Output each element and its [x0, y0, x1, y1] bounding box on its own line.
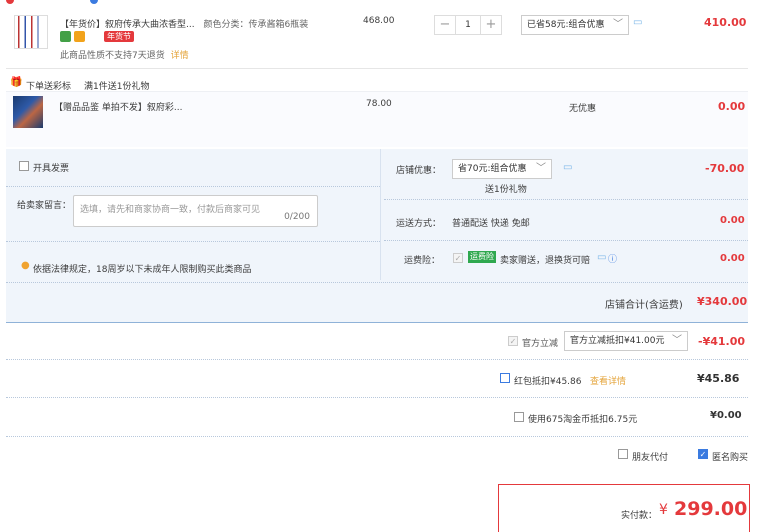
badge-icon [90, 0, 98, 4]
divider [6, 68, 748, 69]
divider [6, 186, 380, 187]
friend-pay-checkbox[interactable] [618, 449, 628, 459]
decrease-button[interactable]: − [435, 16, 455, 34]
chat-icon[interactable]: ▭ [563, 162, 572, 173]
shop-discount-gift: 送1份礼物 [485, 185, 527, 195]
quantity-input[interactable]: 1 [455, 16, 481, 34]
divider [6, 436, 748, 437]
help-icon[interactable]: ⓘ [608, 252, 617, 265]
official-discount-select[interactable]: 官方立减抵扣¥41.00元 ﹀ [564, 331, 688, 351]
official-discount-label: 官方立减 [522, 339, 559, 349]
divider [6, 282, 748, 283]
payment-currency: ¥ [659, 502, 668, 518]
redpacket-label: 红包抵扣¥45.86 [514, 377, 582, 387]
chevron-down-icon: ﹀ [672, 335, 682, 346]
panel-bottom-line [6, 322, 748, 323]
service-icon [60, 31, 71, 42]
gift-subtotal: 0.00 [718, 100, 746, 113]
gift-title-link[interactable]: 【赠品品鉴 单拍不发】叙府彩... [54, 100, 182, 113]
shop-discount-value: -70.00 [705, 162, 745, 175]
chat-icon[interactable]: ▭ [633, 17, 642, 28]
invoice-checkbox[interactable] [19, 161, 29, 171]
chevron-down-icon: ﹀ [613, 19, 623, 30]
order-confirm-page: 【年货价】叙府传承大曲浓香型... 颜色分类：传承酱箱6瓶装 年货节 此商品性质… [0, 0, 758, 532]
payment-label: 实付款： [621, 511, 658, 521]
legal-notice: 依据法律规定，18周岁以下未成年人限制购买此类商品 [33, 265, 252, 275]
shop-discount-select[interactable]: 省70元:组合优惠 ﹀ [452, 159, 552, 179]
coins-checkbox[interactable] [514, 412, 524, 422]
divider [6, 359, 748, 360]
divider [6, 241, 380, 242]
official-discount-value: -¥41.00 [698, 335, 746, 348]
anonymous-checkbox[interactable]: ✓ [698, 449, 708, 459]
divider [384, 199, 748, 200]
location-icon: ● [21, 260, 30, 271]
card-icon [74, 31, 85, 42]
delivery-value: 0.00 [720, 215, 745, 226]
gift-discount: 无优惠 [569, 104, 597, 114]
anonymous-label: 匿名购买 [712, 453, 749, 463]
product-title-link[interactable]: 【年货价】叙府传承大曲浓香型... [60, 20, 195, 30]
redpacket-detail-link[interactable]: 查看详情 [590, 374, 626, 387]
coins-value: ¥0.00 [710, 410, 742, 421]
unit-price: 468.00 [363, 16, 395, 26]
return-notice: 此商品性质不支持7天退货 详情 [60, 51, 189, 61]
item-discount-select[interactable]: 已省58元:组合优惠 ﹀ [521, 15, 629, 35]
gift-icon: 🎁 [10, 77, 23, 88]
top-strip [0, 0, 120, 6]
gift-price: 78.00 [366, 99, 392, 109]
shop-discount-label: 店铺优惠： [396, 166, 442, 176]
invoice-label: 开具发票 [33, 164, 70, 174]
payment-total: 299.00 [674, 498, 748, 520]
insurance-value: 0.00 [720, 253, 745, 264]
chevron-down-icon: ﹀ [536, 163, 546, 174]
message-char-count: 0/200 [284, 212, 310, 222]
gift-thumbnail[interactable] [13, 96, 43, 128]
insurance-checkbox: ✓ [453, 253, 463, 263]
insurance-badge: 运费险 [468, 251, 496, 263]
insurance-desc: 卖家赠送，退换货可赔 [500, 256, 591, 266]
quantity-stepper: − 1 + [434, 15, 502, 35]
festival-badge: 年货节 [104, 31, 134, 42]
chat-icon[interactable]: ▭ [597, 252, 606, 263]
redpacket-value: ¥45.86 [697, 372, 740, 385]
increase-button[interactable]: + [481, 16, 501, 34]
badge-icon [6, 0, 14, 4]
panel-divider [380, 149, 381, 280]
seller-message-input[interactable]: 选填，请先和商家协商一致，付款后商家可见 0/200 [73, 195, 318, 227]
shop-total-value: ¥340.00 [697, 295, 748, 308]
insurance-label: 运费险： [404, 256, 441, 266]
product-title-row: 【年货价】叙府传承大曲浓香型... 颜色分类：传承酱箱6瓶装 [60, 17, 308, 30]
coins-label: 使用675淘金币抵扣6.75元 [528, 415, 638, 425]
divider [6, 397, 748, 398]
delivery-desc: 普通配送 快递 免邮 [452, 219, 530, 229]
divider [384, 240, 748, 241]
friend-pay-label: 朋友代付 [632, 453, 669, 463]
product-icons [60, 31, 85, 42]
item-subtotal: 410.00 [704, 16, 747, 29]
shop-total-label: 店铺合计(含运费) [605, 300, 683, 311]
message-label: 给卖家留言： [17, 201, 72, 211]
message-placeholder: 选填，请先和商家协商一致，付款后商家可见 [80, 205, 261, 215]
delivery-label: 运送方式： [396, 219, 442, 229]
redpacket-checkbox[interactable] [500, 373, 510, 383]
product-spec: 颜色分类：传承酱箱6瓶装 [203, 20, 309, 30]
official-discount-checkbox: ✓ [508, 336, 518, 346]
notice-detail-link[interactable]: 详情 [171, 51, 189, 61]
product-thumbnail[interactable] [14, 15, 48, 49]
